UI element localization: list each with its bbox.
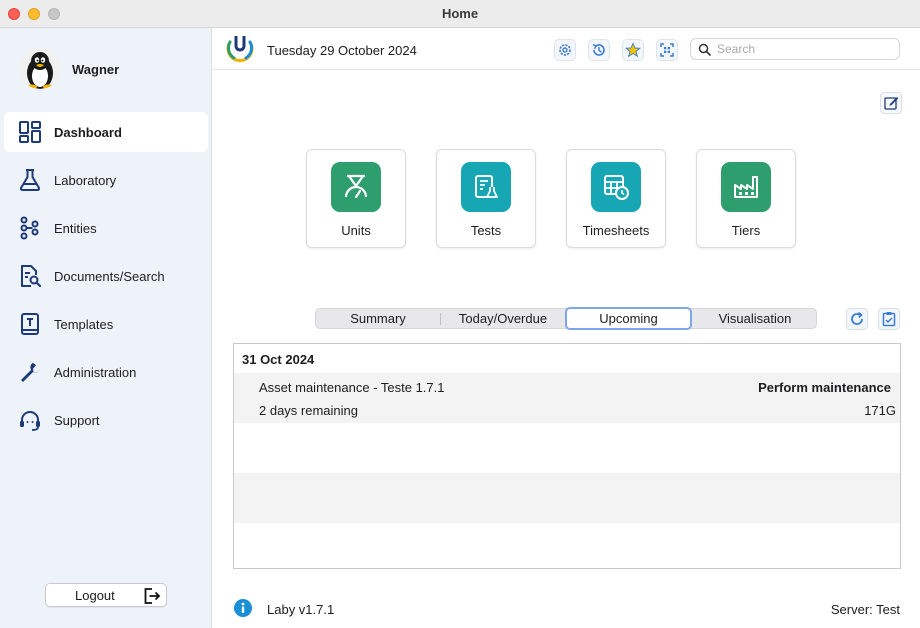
sidebar-item-label: Entities	[54, 221, 97, 236]
upcoming-panel: 31 Oct 2024 Asset maintenance - Teste 1.…	[233, 343, 901, 569]
flask-icon	[19, 169, 41, 191]
sidebar-item-dashboard[interactable]: Dashboard	[4, 112, 208, 152]
sidebar: Wagner Dashboard Laboratory Entities Doc…	[0, 28, 212, 628]
laby-logo-icon	[226, 36, 254, 63]
window-titlebar: Home	[0, 0, 920, 28]
clipboard-check-icon	[882, 312, 896, 327]
timesheets-icon	[604, 175, 629, 200]
tile-icon-bg	[461, 162, 511, 212]
favorites-star-icon	[625, 42, 641, 58]
tile-tests[interactable]: Tests	[436, 149, 536, 248]
agenda-tabs: Summary Today/Overdue Upcoming Visualisa…	[315, 307, 818, 330]
units-icon	[344, 174, 368, 199]
edit-icon	[884, 97, 899, 110]
refresh-icon	[851, 311, 863, 325]
window-title: Home	[441, 6, 479, 21]
sidebar-item-templates[interactable]: Templates	[4, 304, 208, 344]
tile-label: Tests	[470, 223, 502, 238]
sidebar-item-label: Dashboard	[54, 125, 122, 140]
avatar[interactable]	[19, 47, 61, 89]
dashboard-icon	[19, 121, 41, 143]
sidebar-item-label: Laboratory	[54, 173, 117, 188]
tab-visualisation[interactable]: Visualisation	[692, 309, 818, 328]
logout-icon	[144, 588, 161, 604]
sidebar-item-entities[interactable]: Entities	[4, 208, 208, 248]
tile-label: Units	[341, 223, 371, 238]
tab-summary[interactable]: Summary	[316, 309, 440, 328]
tile-icon-bg	[721, 162, 771, 212]
username: Wagner	[72, 62, 120, 77]
server-label: Server: Test	[830, 602, 900, 617]
current-date: Tuesday 29 October 2024	[267, 43, 417, 58]
item-code: 171G	[864, 403, 896, 418]
headset-icon	[20, 411, 40, 431]
sidebar-item-laboratory[interactable]: Laboratory	[4, 160, 208, 200]
tile-tiers[interactable]: Tiers	[696, 149, 796, 248]
history-button[interactable]	[588, 39, 610, 61]
search-icon	[698, 43, 711, 56]
tab-upcoming[interactable]: Upcoming	[565, 307, 692, 330]
qr-scan-button[interactable]	[656, 39, 678, 61]
sidebar-item-support[interactable]: Support	[4, 400, 208, 440]
search-input[interactable]	[717, 41, 893, 57]
tile-label: Tiers	[731, 223, 761, 238]
edit-dashboard-button[interactable]	[880, 92, 902, 114]
logout-button[interactable]: Logout	[45, 583, 167, 607]
sidebar-item-label: Documents/Search	[54, 269, 165, 284]
penguin-avatar-icon	[19, 47, 61, 89]
favorites-button[interactable]	[622, 39, 644, 61]
wrench-icon	[21, 363, 40, 382]
item-action: Perform maintenance	[758, 380, 891, 395]
tile-icon-bg	[331, 162, 381, 212]
sidebar-item-label: Administration	[54, 365, 137, 380]
document-search-icon	[21, 265, 42, 288]
group-date: 31 Oct 2024	[242, 352, 315, 367]
item-remaining: 2 days remaining	[259, 403, 358, 418]
logout-label: Logout	[75, 588, 115, 603]
item-title: Asset maintenance - Teste 1.7.1	[259, 380, 445, 395]
main-content: Tuesday 29 October 2024 Search Units Tes…	[213, 28, 920, 628]
history-icon	[592, 43, 605, 56]
tiers-factory-icon	[734, 176, 758, 198]
tile-icon-bg	[591, 162, 641, 212]
refresh-button[interactable]	[846, 308, 868, 330]
sidebar-item-documents-search[interactable]: Documents/Search	[4, 256, 208, 296]
top-bar: Tuesday 29 October 2024	[213, 28, 920, 70]
entities-icon	[20, 216, 39, 240]
clipboard-check-button[interactable]	[878, 308, 900, 330]
tests-icon	[475, 175, 498, 198]
app-version: Laby v1.7.1	[267, 602, 335, 617]
info-icon[interactable]	[233, 598, 253, 618]
tile-units[interactable]: Units	[306, 149, 406, 248]
tab-today-overdue[interactable]: Today/Overdue	[440, 309, 566, 328]
tile-timesheets[interactable]: Timesheets	[566, 149, 666, 248]
settings-icon	[559, 44, 571, 56]
sidebar-item-label: Support	[54, 413, 100, 428]
sidebar-item-label: Templates	[54, 317, 114, 332]
table-row-empty	[234, 473, 900, 523]
sidebar-item-administration[interactable]: Administration	[4, 352, 208, 392]
table-row[interactable]: Asset maintenance - Teste 1.7.1 Perform …	[234, 373, 900, 423]
qr-scan-icon	[660, 43, 674, 57]
settings-button[interactable]	[554, 39, 576, 61]
template-icon	[21, 313, 39, 335]
tile-label: Timesheets	[582, 223, 650, 238]
search-box[interactable]	[690, 38, 900, 60]
